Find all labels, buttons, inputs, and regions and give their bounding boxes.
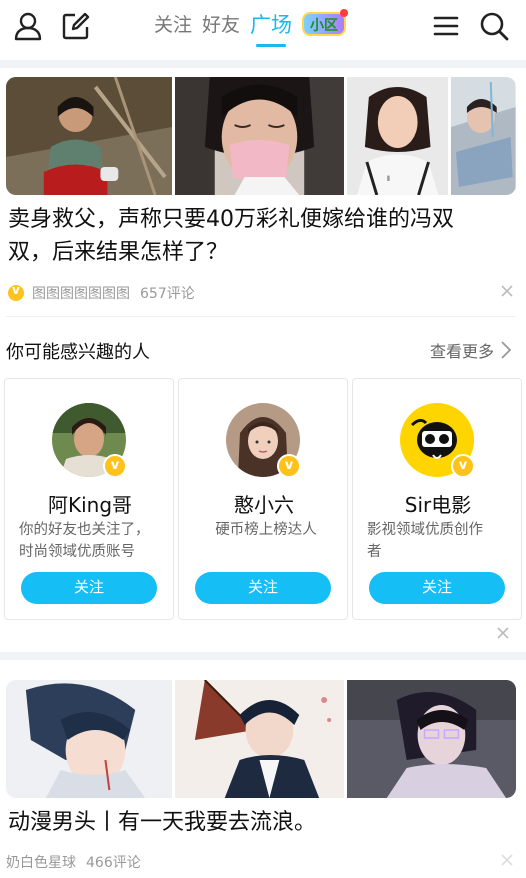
svg-text:⦀: ⦀ xyxy=(387,175,390,183)
see-more-link[interactable]: 查看更多 xyxy=(430,338,512,362)
user-card[interactable]: v Sir电影 影视领域优质创作 者 关注 xyxy=(352,378,522,620)
follow-button[interactable]: 关注 xyxy=(21,572,157,604)
post1-meta: 图图图图图图图 657评论 xyxy=(8,283,195,303)
community-badge[interactable]: 小区 xyxy=(302,9,349,36)
post2-image-1[interactable] xyxy=(6,680,173,798)
post1-title-line1: 卖身救父，声称只要40万彩礼便嫁给谁的冯双 xyxy=(8,207,454,232)
close-icon[interactable] xyxy=(500,853,514,867)
vip-icon xyxy=(8,283,24,301)
post2-title[interactable]: 动漫男头丨有一天我要去流浪。 xyxy=(8,806,518,839)
post1-image-2[interactable] xyxy=(175,77,344,195)
divider xyxy=(0,652,526,660)
post1-title-line2: 双，后来结果怎样了？ xyxy=(8,240,229,265)
recommend-cards: v 阿King哥 你的好友也关注了， 时尚领域优质账号 关注 v 憨小六 硬币榜… xyxy=(4,378,522,620)
divider xyxy=(0,60,526,68)
verified-badge: v xyxy=(451,454,475,478)
follow-button[interactable]: 关注 xyxy=(369,572,505,604)
see-more-label: 查看更多 xyxy=(429,342,494,361)
user-desc-line1: 你的好友也关注了， xyxy=(19,522,150,538)
close-icon[interactable] xyxy=(496,626,510,640)
recommend-title: 你可能感兴趣的人 xyxy=(6,342,150,363)
chevron-right-icon xyxy=(501,341,512,359)
edit-icon[interactable] xyxy=(60,10,92,42)
post1-title[interactable]: 卖身救父，声称只要40万彩礼便嫁给谁的冯双 双，后来结果怎样了？ xyxy=(8,203,518,269)
user-desc-line2: 者 xyxy=(367,544,382,560)
post1-author[interactable]: 图图图图图图图 xyxy=(32,283,130,303)
verified-badge: v xyxy=(277,454,301,478)
tab-square[interactable]: 广场 xyxy=(250,10,292,47)
user-card[interactable]: v 憨小六 硬币榜上榜达人 关注 xyxy=(178,378,348,620)
post2-meta: 奶白色星球 466评论 xyxy=(6,852,141,872)
user-desc-line1: 硬币榜上榜达人 xyxy=(215,522,317,538)
user-desc: 影视领域优质创作 者 xyxy=(367,519,513,563)
post2-images[interactable] xyxy=(6,680,516,798)
community-badge-label: 小区 xyxy=(310,18,339,34)
close-icon[interactable] xyxy=(500,284,514,298)
user-name[interactable]: Sir电影 xyxy=(353,489,523,518)
notification-dot xyxy=(340,9,349,17)
post2-image-3[interactable] xyxy=(347,680,516,798)
post1-image-3[interactable]: ⦀ xyxy=(346,77,449,195)
verified-badge: v xyxy=(103,454,127,478)
post1-images[interactable]: ⦀ xyxy=(6,77,516,195)
tab-friends[interactable]: 好友 xyxy=(202,10,240,40)
top-bar: 关注 好友 广场 小区 xyxy=(0,0,526,56)
user-card[interactable]: v 阿King哥 你的好友也关注了， 时尚领域优质账号 关注 xyxy=(4,378,174,620)
user-desc-line1: 影视领域优质创作 xyxy=(367,522,483,538)
user-name[interactable]: 阿King哥 xyxy=(5,489,175,518)
post2-author[interactable]: 奶白色星球 xyxy=(6,852,76,872)
post2-comments[interactable]: 466评论 xyxy=(86,852,141,872)
user-desc: 你的好友也关注了， 时尚领域优质账号 xyxy=(19,519,165,563)
separator xyxy=(6,316,516,317)
user-name[interactable]: 憨小六 xyxy=(179,489,349,518)
follow-button[interactable]: 关注 xyxy=(195,572,331,604)
post1-image-4[interactable] xyxy=(451,77,516,195)
post1-image-1[interactable] xyxy=(6,77,172,195)
post2-image-2[interactable] xyxy=(175,680,345,798)
search-icon[interactable] xyxy=(478,10,510,42)
user-desc: 硬币榜上榜达人 xyxy=(193,519,339,541)
post1-comments[interactable]: 657评论 xyxy=(140,283,195,303)
tab-bar: 关注 好友 广场 小区 xyxy=(154,9,349,47)
tab-following[interactable]: 关注 xyxy=(154,10,192,40)
user-desc-line2: 时尚领域优质账号 xyxy=(19,544,135,560)
menu-icon[interactable] xyxy=(430,10,462,42)
user-icon[interactable] xyxy=(12,10,44,42)
